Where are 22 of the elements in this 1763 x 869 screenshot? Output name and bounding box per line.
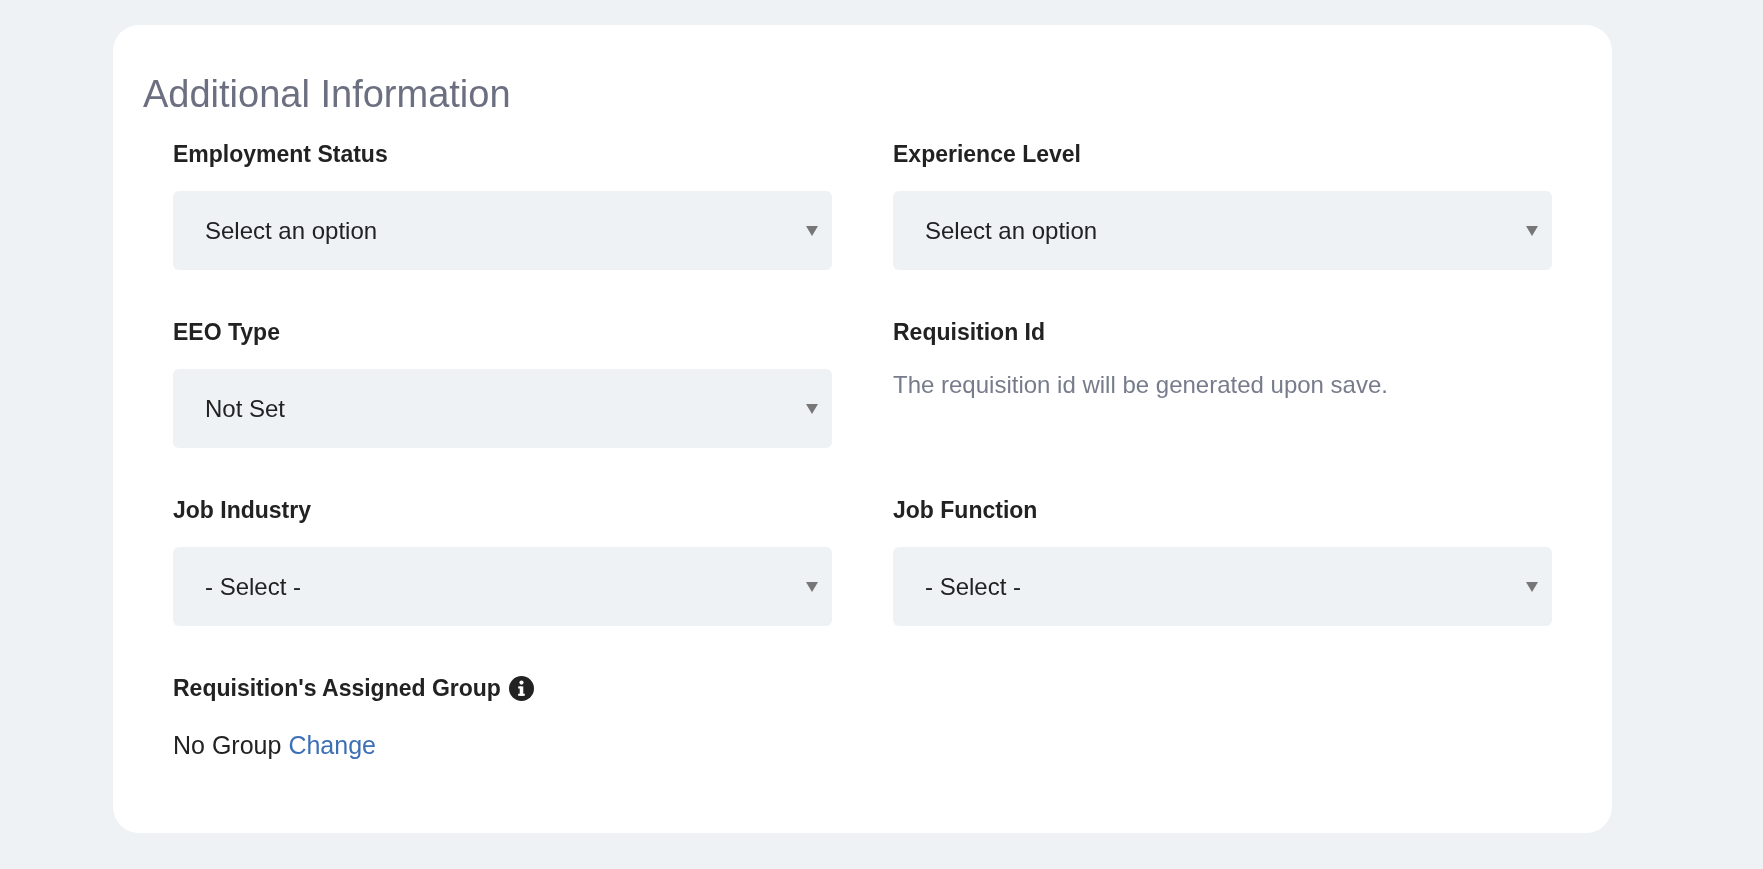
caret-icon bbox=[806, 225, 818, 236]
change-link[interactable]: Change bbox=[288, 727, 376, 765]
field-label: Job Industry bbox=[173, 496, 311, 525]
field-label: Requisition Id bbox=[893, 318, 1046, 347]
field-label: Employment Status bbox=[173, 140, 388, 169]
requisition-note: The requisition id will be generated upon save. bbox=[893, 370, 1388, 400]
section-title: Additional Information bbox=[143, 72, 511, 117]
field-label: Experience Level bbox=[893, 140, 1081, 169]
caret-icon bbox=[806, 581, 818, 592]
caret-icon bbox=[1526, 225, 1538, 236]
select-field[interactable]: - Select - bbox=[893, 547, 1552, 626]
field-label: EEO Type bbox=[173, 318, 280, 347]
select-field[interactable]: Select an option bbox=[893, 191, 1552, 270]
select-field[interactable]: Not Set bbox=[173, 369, 832, 448]
field-label: Job Function bbox=[893, 496, 1038, 525]
caret-icon bbox=[806, 403, 818, 414]
caret-icon bbox=[1526, 581, 1538, 592]
group-value: No Group bbox=[173, 730, 282, 761]
select-field[interactable]: - Select - bbox=[173, 547, 832, 626]
info-icon[interactable] bbox=[508, 675, 534, 701]
select-field[interactable]: Select an option bbox=[173, 191, 832, 270]
group-label: Requisition's Assigned Group bbox=[173, 674, 501, 703]
